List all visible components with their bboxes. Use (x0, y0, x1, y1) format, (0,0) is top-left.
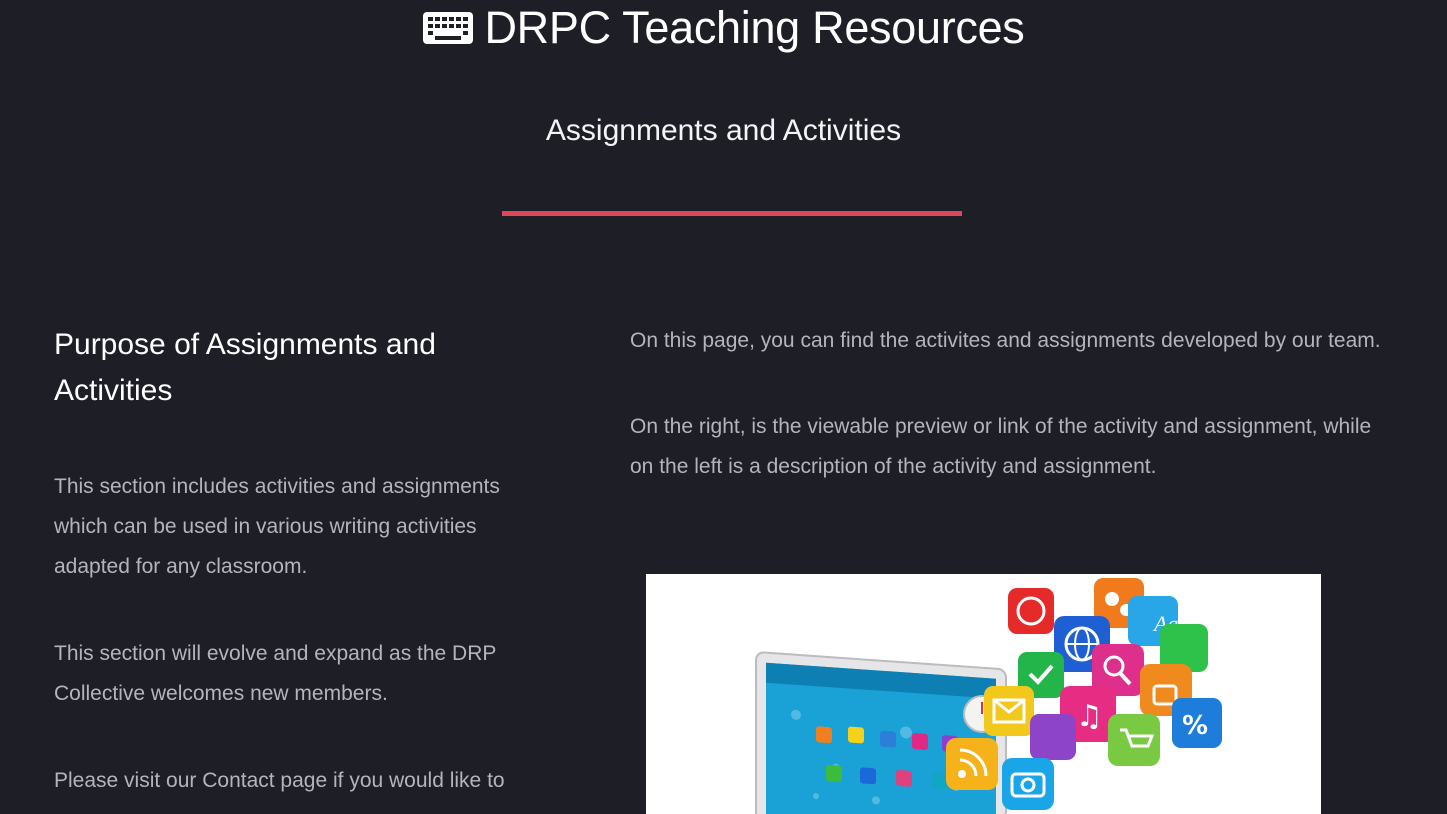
info-paragraph-1: On this page, you can find the activites… (630, 329, 1381, 352)
purpose-paragraph-2: This section will evolve and expand as t… (54, 642, 497, 705)
purpose-paragraph-1: This section includes activities and ass… (54, 475, 500, 578)
site-title-text: DRPC Teaching Resources (484, 2, 1025, 53)
page-subtitle: Assignments and Activities (545, 114, 902, 147)
laptop-illustration: Aa ♫ % (755, 578, 1222, 814)
info-column: On this page, you can find the activites… (630, 321, 1400, 487)
purpose-paragraph-3: Please visit our Contact page if you wou… (54, 769, 505, 792)
info-paragraph-2: On the right, is the viewable preview or… (630, 415, 1372, 478)
divider (502, 211, 962, 216)
site-title[interactable]: DRPC Teaching Resources (0, 2, 1447, 54)
purpose-column: Purpose of Assignments and Activities Th… (54, 322, 554, 801)
svg-text:♫: ♫ (1076, 699, 1103, 734)
keyboard-icon (423, 12, 474, 44)
svg-text:%: % (1182, 711, 1208, 741)
purpose-heading: Purpose of Assignments and Activities (54, 328, 436, 407)
preview-image: Aa ♫ % (646, 574, 1321, 814)
